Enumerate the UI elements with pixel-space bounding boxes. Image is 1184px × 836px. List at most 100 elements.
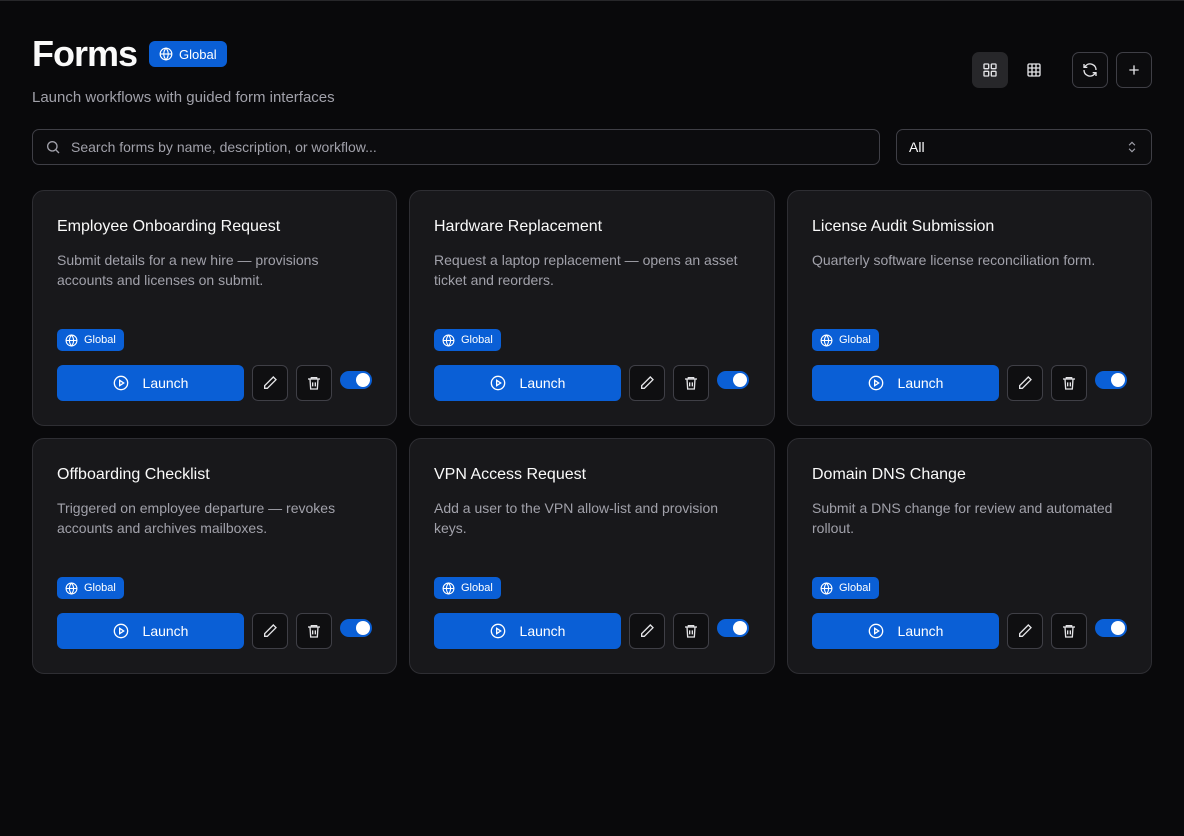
delete-button[interactable] [1051, 613, 1087, 649]
launch-button[interactable]: Launch [434, 613, 621, 649]
trash-icon [1063, 377, 1075, 390]
form-scope-badge-label: Global [839, 582, 871, 594]
trash-icon [1063, 625, 1075, 638]
play-circle-icon [868, 623, 883, 639]
edit-button[interactable] [252, 613, 288, 649]
page-title: Forms [32, 33, 138, 74]
search-box[interactable] [32, 129, 880, 165]
scope-badge: Global [149, 41, 227, 67]
table-view-button[interactable] [1016, 52, 1052, 88]
play-circle-icon [868, 375, 883, 391]
globe-icon [442, 333, 455, 347]
delete-button[interactable] [296, 613, 332, 649]
edit-button[interactable] [629, 613, 665, 649]
globe-icon [65, 333, 78, 347]
globe-icon [820, 333, 833, 347]
search-input[interactable] [71, 139, 867, 155]
pencil-icon [264, 376, 277, 389]
view-toolbar [972, 52, 1152, 88]
launch-button[interactable]: Launch [57, 365, 244, 401]
form-scope-badge: Global [812, 329, 879, 351]
launch-button[interactable]: Launch [812, 613, 999, 649]
launch-button[interactable]: Launch [57, 613, 244, 649]
launch-button-label: Launch [142, 375, 189, 391]
filter-select-value: All [909, 139, 925, 155]
form-card: License Audit Submission Quarterly softw… [787, 190, 1152, 426]
enabled-toggle[interactable] [717, 619, 749, 637]
form-card-actions: Launch [57, 365, 372, 401]
form-scope-badge: Global [434, 577, 501, 599]
filter-select[interactable]: All [896, 129, 1152, 165]
form-scope-badge: Global [812, 577, 879, 599]
delete-button[interactable] [296, 365, 332, 401]
form-card-actions: Launch [434, 613, 750, 649]
play-circle-icon [490, 623, 505, 639]
form-card: Hardware Replacement Request a laptop re… [409, 190, 775, 426]
page-subtitle: Launch workflows with guided form interf… [32, 89, 335, 106]
form-scope-badge: Global [434, 329, 501, 351]
enabled-toggle[interactable] [1095, 619, 1127, 637]
edit-button[interactable] [629, 365, 665, 401]
form-scope-badge-label: Global [461, 582, 493, 594]
form-card: VPN Access Request Add a user to the VPN… [409, 438, 775, 674]
edit-button[interactable] [252, 365, 288, 401]
form-card-title: Hardware Replacement [434, 218, 603, 235]
form-scope-badge: Global [57, 577, 124, 599]
delete-button[interactable] [673, 613, 709, 649]
globe-icon [159, 47, 173, 61]
grid-view-button[interactable] [972, 52, 1008, 88]
form-card-description: Submit a DNS change for review and autom… [812, 500, 1113, 536]
search-icon [47, 141, 60, 154]
delete-button[interactable] [673, 365, 709, 401]
edit-button[interactable] [1007, 365, 1043, 401]
forms-grid: Employee Onboarding Request Submit detai… [32, 190, 1152, 674]
form-card: Domain DNS Change Submit a DNS change fo… [787, 438, 1152, 674]
launch-button[interactable]: Launch [812, 365, 999, 401]
edit-button[interactable] [1007, 613, 1043, 649]
form-card: Offboarding Checklist Triggered on emplo… [32, 438, 397, 674]
pencil-icon [264, 624, 277, 637]
enabled-toggle[interactable] [1095, 371, 1127, 389]
launch-button-label: Launch [142, 623, 189, 639]
play-circle-icon [113, 375, 128, 391]
form-scope-badge-label: Global [461, 334, 493, 346]
form-card-title: Domain DNS Change [812, 466, 966, 483]
form-card-actions: Launch [57, 613, 372, 649]
form-card-title: License Audit Submission [812, 218, 995, 235]
launch-button-label: Launch [519, 623, 566, 639]
play-circle-icon [490, 375, 505, 391]
table-view-icon [1027, 63, 1041, 77]
add-form-button[interactable] [1116, 52, 1152, 88]
toolbar-gap [1060, 52, 1064, 88]
form-card-title: Employee Onboarding Request [57, 218, 281, 235]
refresh-button[interactable] [1072, 52, 1108, 88]
grid-view-icon [983, 63, 997, 77]
form-scope-badge-label: Global [84, 334, 116, 346]
form-card-title: Offboarding Checklist [57, 466, 210, 483]
form-card-title: VPN Access Request [434, 466, 587, 483]
form-card-description: Submit details for a new hire — provisio… [57, 252, 319, 288]
form-scope-badge: Global [57, 329, 124, 351]
chevron-up-down-icon [1128, 141, 1136, 153]
form-card-actions: Launch [812, 365, 1127, 401]
trash-icon [685, 377, 697, 390]
globe-icon [65, 581, 78, 595]
enabled-toggle[interactable] [340, 371, 372, 389]
globe-icon [442, 581, 455, 595]
launch-button-label: Launch [519, 375, 566, 391]
globe-icon [820, 581, 833, 595]
form-card-description: Triggered on employee departure — revoke… [57, 500, 336, 536]
form-scope-badge-label: Global [84, 582, 116, 594]
pencil-icon [641, 376, 654, 389]
form-scope-badge-label: Global [839, 334, 871, 346]
delete-button[interactable] [1051, 365, 1087, 401]
plus-icon [1129, 65, 1139, 75]
form-card-actions: Launch [812, 613, 1127, 649]
form-card-description: Quarterly software license reconciliatio… [812, 252, 1096, 268]
pencil-icon [1019, 376, 1032, 389]
form-card-description: Request a laptop replacement — opens an … [434, 252, 738, 288]
launch-button[interactable]: Launch [434, 365, 621, 401]
enabled-toggle[interactable] [340, 619, 372, 637]
enabled-toggle[interactable] [717, 371, 749, 389]
pencil-icon [1019, 624, 1032, 637]
